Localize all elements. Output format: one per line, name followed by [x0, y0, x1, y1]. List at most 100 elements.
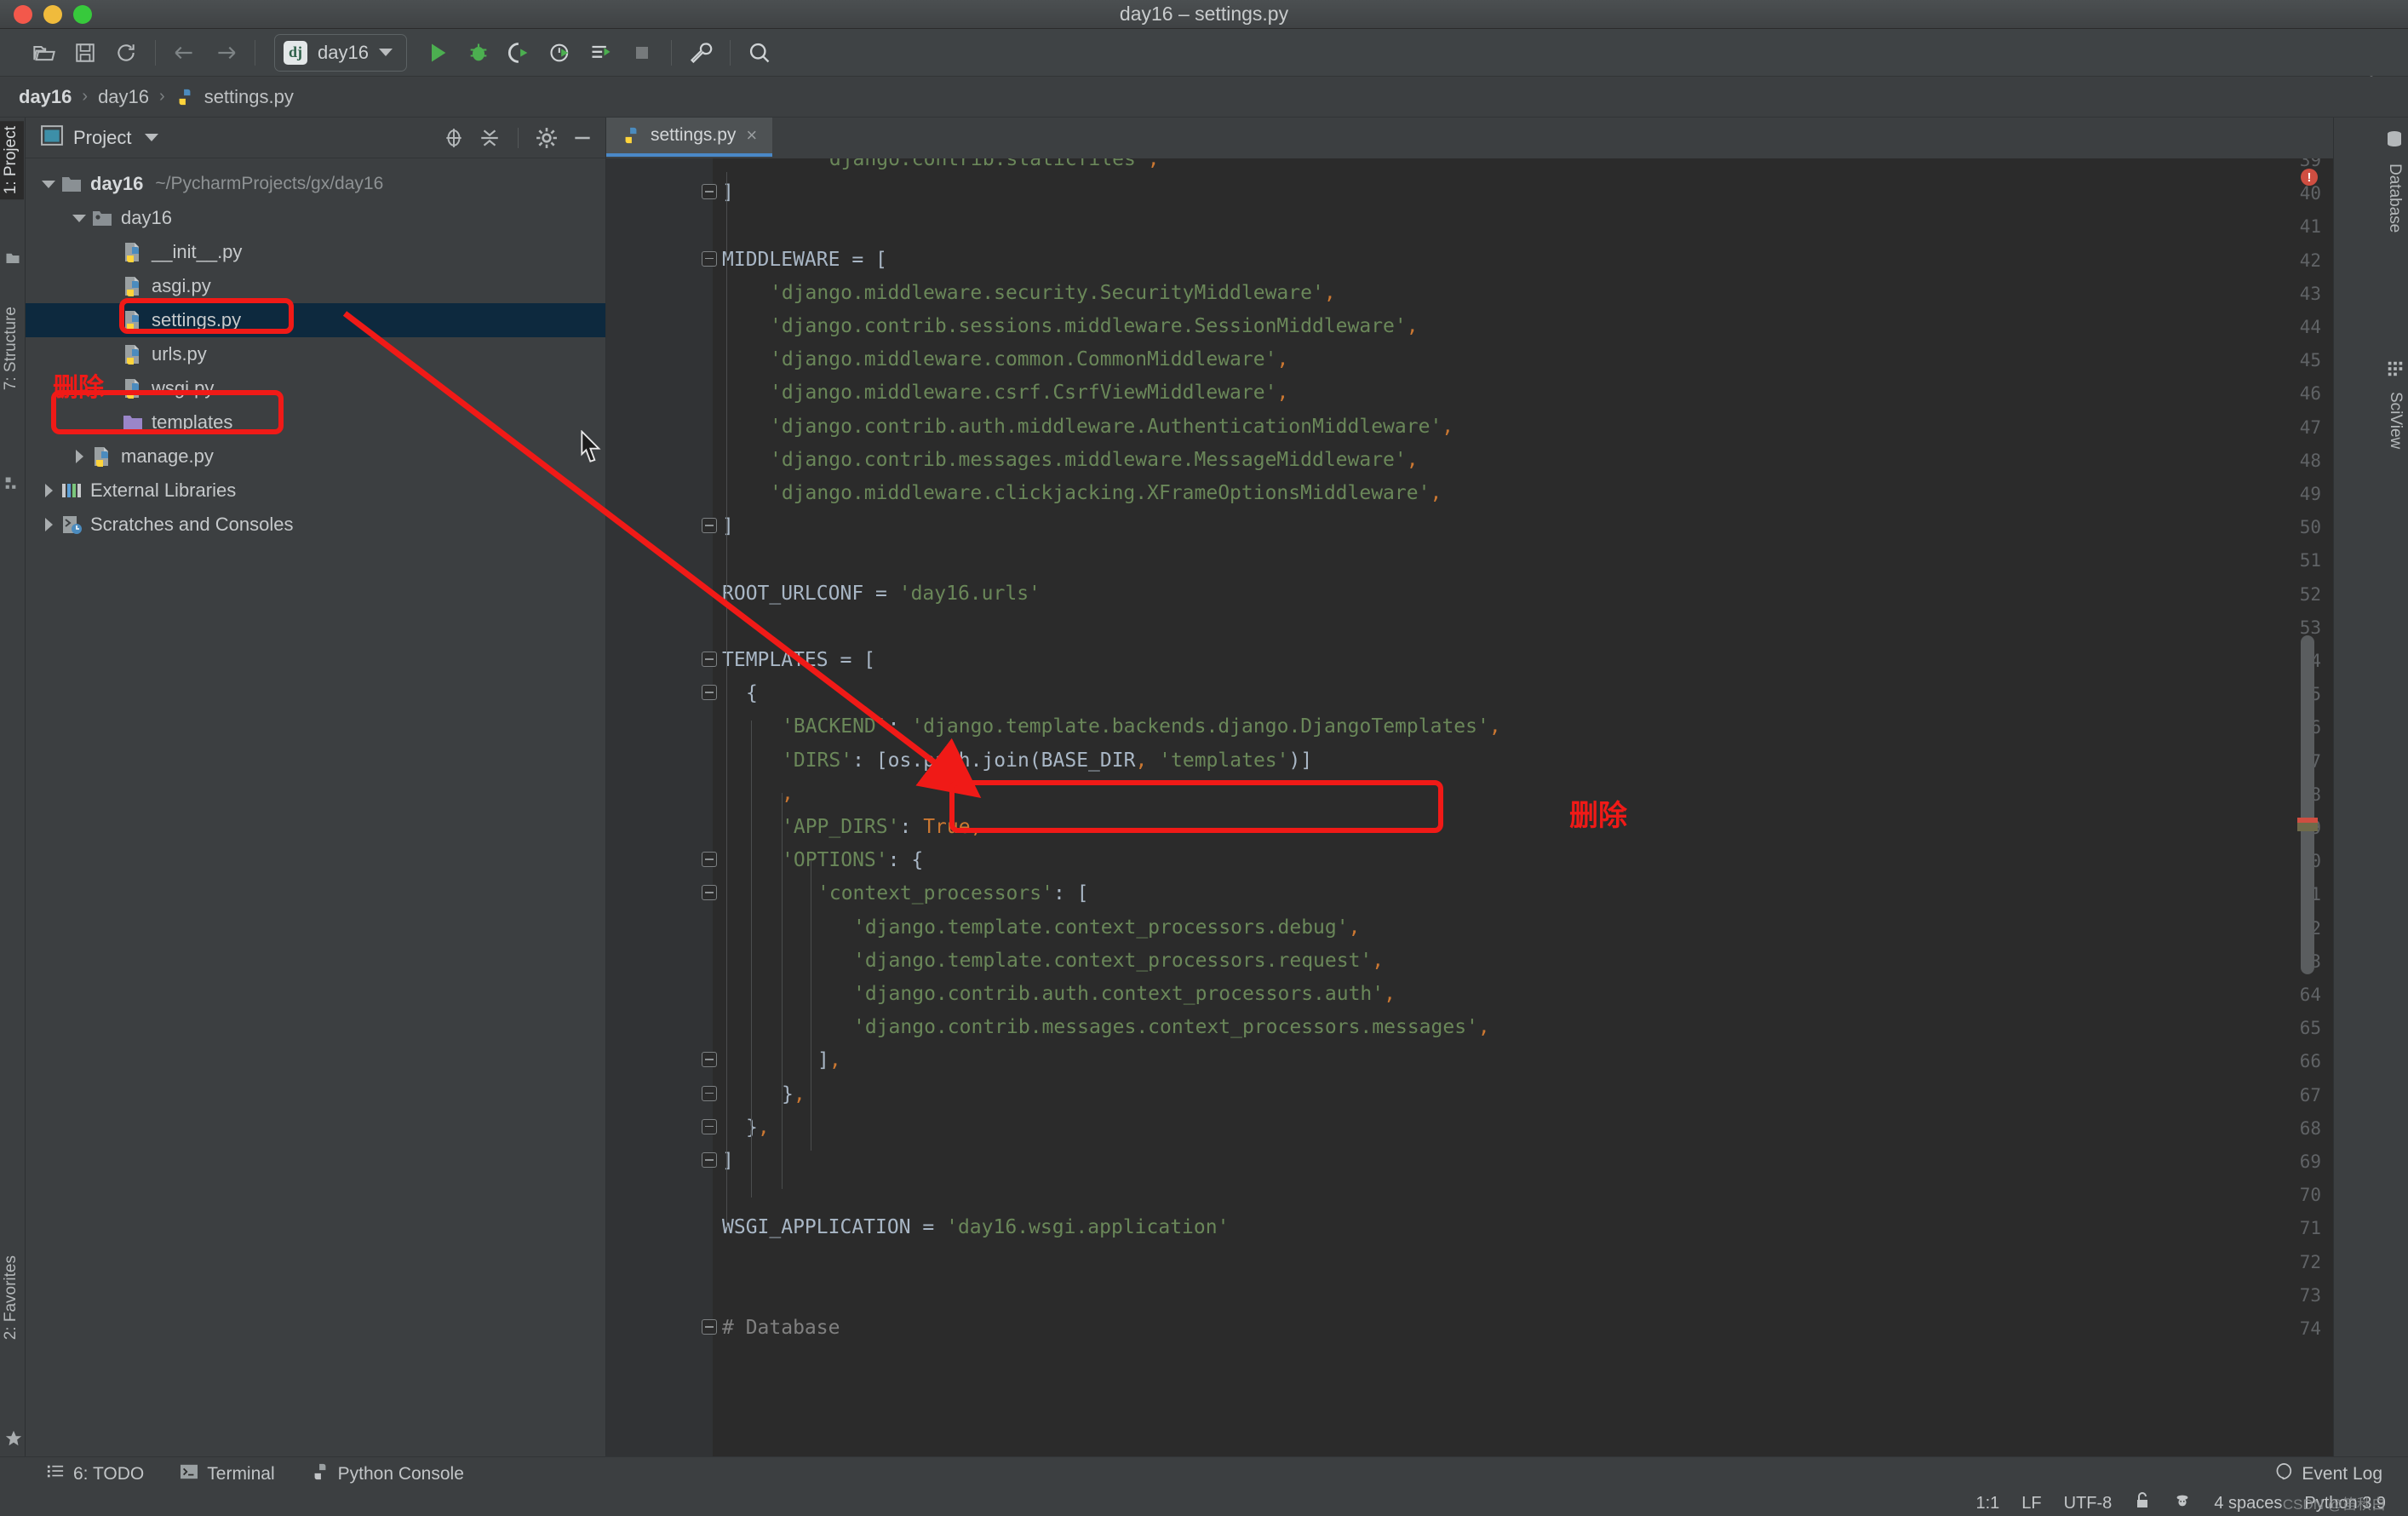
code-line[interactable]: TEMPLATES = [ — [722, 651, 875, 670]
profile-icon[interactable] — [540, 34, 581, 72]
code-line[interactable]: # Database — [722, 1318, 840, 1338]
sidebar-item-sciview[interactable]: SciView — [2386, 359, 2405, 449]
open-folder-icon[interactable] — [24, 34, 65, 72]
code-fold-toggle[interactable] — [702, 652, 717, 667]
caret-position[interactable]: 1:1 — [1975, 1494, 1999, 1513]
code-fold-toggle[interactable] — [702, 184, 717, 199]
unlocked-icon[interactable] — [2134, 1491, 2151, 1515]
chevron-down-icon[interactable] — [379, 49, 393, 56]
file-encoding[interactable]: UTF-8 — [2064, 1494, 2113, 1513]
code-line[interactable]: 'django.contrib.sessions.middleware.Sess… — [770, 317, 1419, 336]
code-line[interactable]: 'django.contrib.auth.context_processors.… — [853, 985, 1396, 1004]
bottom-item-todo[interactable]: 6: TODO — [46, 1463, 144, 1485]
breadcrumb-item-0[interactable]: day16 — [19, 86, 72, 108]
code-fold-toggle[interactable] — [702, 685, 717, 700]
chevron-down-icon[interactable] — [68, 215, 90, 222]
code-fold-toggle[interactable] — [702, 1119, 717, 1134]
indent-setting[interactable]: 4 spaces — [2214, 1494, 2282, 1513]
code-line[interactable]: ROOT_URLCONF = 'day16.urls' — [722, 584, 1041, 604]
forward-arrow-icon[interactable] — [205, 34, 246, 72]
tree-item-wsgi-py[interactable]: wsgi.py — [26, 371, 605, 405]
code-line[interactable]: ] — [722, 183, 734, 203]
tree-item-asgi-py[interactable]: asgi.py — [26, 269, 605, 303]
stop-icon[interactable] — [622, 34, 662, 72]
run-icon[interactable] — [417, 34, 458, 72]
chevron-right-icon[interactable] — [68, 450, 90, 463]
collapse-all-icon[interactable] — [479, 127, 501, 149]
code-line[interactable]: 'django.template.context_processors.debu… — [853, 918, 1360, 938]
tree-item-external-libraries[interactable]: External Libraries — [26, 474, 605, 508]
sidebar-item-favorites[interactable]: 2: Favorites — [0, 1250, 24, 1345]
line-separator[interactable]: LF — [2021, 1494, 2041, 1513]
chevron-down-icon[interactable] — [145, 134, 158, 141]
event-log-button[interactable]: Event Log — [2274, 1462, 2382, 1486]
code-line[interactable]: 'django.middleware.security.SecurityMidd… — [770, 284, 1336, 303]
code-line[interactable]: 'django.middleware.common.CommonMiddlewa… — [770, 350, 1288, 370]
hide-panel-icon[interactable] — [571, 127, 593, 149]
sidebar-item-database[interactable]: Database — [2384, 129, 2405, 233]
bottom-item-python-console[interactable]: Python Console — [311, 1462, 464, 1486]
gear-icon[interactable] — [536, 127, 558, 149]
code-line[interactable]: 'django.contrib.staticfiles', — [817, 158, 1160, 169]
breadcrumb-item-2[interactable]: settings.py — [204, 86, 294, 108]
tree-item---init---py[interactable]: __init__.py — [26, 235, 605, 269]
code-line[interactable]: 'django.contrib.auth.middleware.Authenti… — [770, 417, 1453, 437]
debug-icon[interactable] — [458, 34, 499, 72]
tree-item-templates[interactable]: templates — [26, 405, 605, 439]
git-branch-icon[interactable] — [2173, 1491, 2192, 1515]
breadcrumb-item-1[interactable]: day16 — [98, 86, 149, 108]
code-viewport[interactable]: 39'django.contrib.staticfiles',40]4142MI… — [606, 158, 2333, 1456]
code-line[interactable]: 'django.template.context_processors.requ… — [853, 951, 1384, 971]
tree-item-manage-py[interactable]: manage.py — [26, 439, 605, 474]
code-fold-toggle[interactable] — [702, 518, 717, 533]
project-tree[interactable]: day16~/PycharmProjects/gx/day16day16__in… — [26, 158, 605, 542]
run-coverage-icon[interactable] — [499, 34, 540, 72]
code-fold-toggle[interactable] — [702, 1319, 717, 1335]
code-line[interactable]: ] — [722, 517, 734, 537]
code-line[interactable]: 'django.contrib.messages.middleware.Mess… — [770, 451, 1419, 470]
code-line[interactable]: WSGI_APPLICATION = 'day16.wsgi.applicati… — [722, 1218, 1229, 1237]
tree-item-urls-py[interactable]: urls.py — [26, 337, 605, 371]
code-line[interactable]: }, — [746, 1118, 770, 1138]
error-indicator-icon[interactable]: ! — [2301, 169, 2318, 186]
search-icon[interactable] — [739, 34, 780, 72]
save-icon[interactable] — [65, 34, 106, 72]
code-line[interactable]: { — [746, 684, 758, 703]
editor-scrollbar[interactable] — [2301, 635, 2314, 974]
code-line[interactable]: 'BACKEND': 'django.template.backends.dja… — [782, 717, 1501, 737]
code-fold-toggle[interactable] — [702, 885, 717, 900]
tree-item-settings-py[interactable]: settings.py — [26, 303, 605, 337]
code-line[interactable]: ] — [722, 1151, 734, 1171]
code-line[interactable]: MIDDLEWARE = [ — [722, 250, 887, 270]
code-line[interactable]: }, — [782, 1085, 806, 1105]
code-fold-toggle[interactable] — [702, 1086, 717, 1101]
tree-item-day16[interactable]: day16~/PycharmProjects/gx/day16 — [26, 167, 605, 201]
code-line[interactable]: 'APP_DIRS': True, — [782, 818, 982, 837]
code-line[interactable]: 'context_processors': [ — [817, 884, 1089, 904]
tab-settings-py[interactable]: settings.py × — [606, 118, 772, 157]
chevron-right-icon[interactable] — [37, 518, 60, 531]
sidebar-item-project[interactable]: 1: Project — [0, 121, 24, 199]
tree-item-scratches-and-consoles[interactable]: Scratches and Consoles — [26, 508, 605, 542]
code-line[interactable]: 'django.middleware.csrf.CsrfViewMiddlewa… — [770, 383, 1288, 403]
code-fold-toggle[interactable] — [702, 852, 717, 867]
code-line[interactable]: 'OPTIONS': { — [782, 851, 923, 870]
bottom-item-terminal[interactable]: Terminal — [180, 1463, 274, 1485]
sidebar-item-structure[interactable]: 7: Structure — [0, 301, 24, 395]
code-line[interactable]: 'django.contrib.messages.context_process… — [853, 1018, 1490, 1037]
code-fold-toggle[interactable] — [702, 251, 717, 267]
code-line[interactable]: 'DIRS': [os.path.join(BASE_DIR, 'templat… — [782, 751, 1312, 771]
tree-item-day16[interactable]: day16 — [26, 201, 605, 235]
run-with-console-icon[interactable] — [581, 34, 622, 72]
chevron-down-icon[interactable] — [37, 181, 60, 188]
locate-file-icon[interactable] — [443, 127, 465, 149]
code-line[interactable]: 'django.middleware.clickjacking.XFrameOp… — [770, 484, 1442, 503]
chevron-right-icon[interactable] — [37, 484, 60, 497]
code-fold-toggle[interactable] — [702, 1052, 717, 1067]
code-fold-toggle[interactable] — [702, 1152, 717, 1168]
back-arrow-icon[interactable] — [164, 34, 205, 72]
settings-wrench-icon[interactable] — [680, 34, 721, 72]
run-configuration-selector[interactable]: dj day16 — [274, 34, 407, 72]
code-line[interactable]: ], — [817, 1051, 841, 1071]
code-line[interactable]: , — [782, 784, 794, 804]
